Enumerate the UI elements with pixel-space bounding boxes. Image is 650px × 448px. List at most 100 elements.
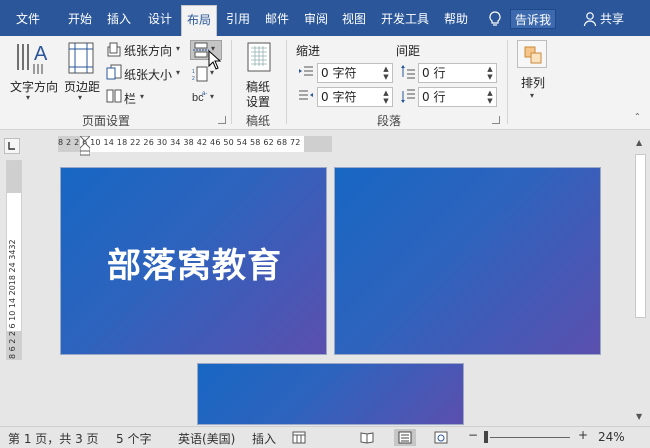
document-page-1[interactable]: 部落窝教育 bbox=[60, 167, 327, 355]
spacing-before-field[interactable]: 0 行 ▲ ▼ bbox=[418, 63, 497, 83]
columns-button[interactable]: 栏 bbox=[124, 90, 136, 107]
read-mode-button[interactable] bbox=[356, 429, 378, 446]
svg-text:A: A bbox=[34, 43, 48, 65]
page-size-dropdown-icon[interactable]: ▾ bbox=[176, 68, 180, 77]
spacing-after-icon bbox=[401, 89, 415, 103]
indent-left-icon bbox=[299, 66, 313, 76]
group-separator bbox=[286, 40, 287, 124]
left-tab-stop-icon bbox=[8, 142, 15, 150]
ribbon-tab-bar: 文件 开始 插入 设计 布局 引用 邮件 审阅 视图 开发工具 帮助 告诉我 共… bbox=[0, 0, 650, 36]
tab-design[interactable]: 设计 bbox=[148, 8, 172, 30]
hyphenation-dropdown-icon[interactable]: ▾ bbox=[210, 92, 214, 101]
tab-home[interactable]: 开始 bbox=[68, 8, 92, 30]
page-size-button[interactable]: 纸张大小 bbox=[124, 66, 172, 83]
lightbulb-icon[interactable] bbox=[488, 11, 502, 27]
spacing-heading: 间距 bbox=[396, 44, 421, 58]
spacing-after-field[interactable]: 0 行 ▲ ▼ bbox=[418, 87, 497, 107]
tab-file[interactable]: 文件 bbox=[16, 8, 40, 30]
text-direction-button[interactable]: 文字方向 bbox=[10, 78, 58, 95]
share-person-icon[interactable] bbox=[583, 11, 597, 27]
ruler-area: 8 2 2 6 10 14 18 22 26 30 34 38 42 46 50… bbox=[0, 130, 650, 158]
orientation-button[interactable]: 纸张方向 bbox=[124, 42, 172, 59]
horizontal-ruler[interactable]: 8 2 2 6 10 14 18 22 26 30 34 38 42 46 50… bbox=[58, 136, 332, 156]
tell-me-search[interactable]: 告诉我 bbox=[510, 9, 557, 29]
share-button[interactable]: 共享 bbox=[600, 8, 624, 30]
language-status[interactable]: 英语(美国) bbox=[178, 430, 235, 447]
svg-text:2: 2 bbox=[192, 76, 195, 82]
indent-left-value: 0 字符 bbox=[321, 66, 357, 80]
tab-help[interactable]: 帮助 bbox=[444, 8, 468, 30]
macro-record-icon[interactable] bbox=[292, 431, 306, 444]
scroll-up-icon[interactable]: ▲ bbox=[636, 138, 642, 147]
web-layout-button[interactable] bbox=[430, 429, 452, 446]
indent-left-field[interactable]: 0 字符 ▲ ▼ bbox=[317, 63, 393, 83]
vertical-ruler[interactable]: 8 6 2 2 6 10 14 2018 24 3432 bbox=[6, 160, 22, 360]
orientation-dropdown-icon[interactable]: ▾ bbox=[176, 44, 180, 53]
indent-heading: 缩进 bbox=[296, 44, 321, 58]
group-separator bbox=[231, 40, 232, 124]
read-mode-icon bbox=[360, 432, 374, 444]
arrange-dropdown-icon[interactable]: ▾ bbox=[530, 91, 534, 100]
line-numbers-icon[interactable]: 1 2 bbox=[192, 66, 208, 82]
spacing-after-spinner-icon[interactable]: ▲ ▼ bbox=[486, 89, 494, 105]
arrange-icon-frame[interactable] bbox=[517, 40, 547, 68]
page-title: 部落窝教育 bbox=[107, 246, 282, 286]
spacing-before-value: 0 行 bbox=[422, 66, 446, 80]
hyphenation-icon[interactable]: bc a- bbox=[192, 88, 208, 104]
scrollbar-thumb[interactable] bbox=[635, 154, 646, 318]
tab-selector[interactable] bbox=[4, 138, 20, 154]
document-page-2[interactable] bbox=[334, 167, 601, 355]
tab-view[interactable]: 视图 bbox=[342, 8, 366, 30]
text-direction-dropdown-icon[interactable]: ▾ bbox=[26, 93, 30, 102]
paragraph-dialog-launcher[interactable] bbox=[492, 116, 500, 124]
columns-dropdown-icon[interactable]: ▾ bbox=[140, 92, 144, 101]
indent-right-field[interactable]: 0 字符 ▲ ▼ bbox=[317, 87, 393, 107]
columns-icon bbox=[106, 89, 122, 103]
page-size-icon bbox=[106, 64, 122, 80]
insert-mode-status[interactable]: 插入 bbox=[252, 430, 276, 447]
zoom-in-button[interactable]: + bbox=[578, 428, 588, 442]
word-count-status[interactable]: 5 个字 bbox=[116, 430, 151, 447]
arrange-icon bbox=[524, 46, 542, 64]
collapse-ribbon-icon[interactable]: ⌃ bbox=[634, 112, 641, 121]
zoom-slider-track[interactable] bbox=[490, 437, 570, 438]
status-bar: 第 1 页，共 3 页 5 个字 英语(美国) 插入 − + 24% bbox=[0, 426, 650, 448]
text-direction-icon[interactable]: A bbox=[10, 40, 50, 78]
page-setup-group-label: 页面设置 bbox=[82, 114, 131, 128]
tab-mailings[interactable]: 邮件 bbox=[265, 8, 289, 30]
indent-right-icon bbox=[299, 90, 313, 100]
zoom-out-button[interactable]: − bbox=[468, 428, 478, 442]
svg-text:a-: a- bbox=[202, 91, 207, 97]
tab-review[interactable]: 审阅 bbox=[304, 8, 328, 30]
draft-paper-button-line2[interactable]: 设置 bbox=[246, 93, 270, 110]
page-setup-dialog-launcher[interactable] bbox=[218, 116, 226, 124]
margins-dropdown-icon[interactable]: ▾ bbox=[78, 93, 82, 102]
print-layout-button[interactable] bbox=[394, 429, 416, 446]
tab-layout[interactable]: 布局 bbox=[181, 5, 218, 36]
indent-right-spinner-icon[interactable]: ▲ ▼ bbox=[382, 89, 390, 105]
zoom-level[interactable]: 24% bbox=[598, 430, 625, 444]
tab-developer[interactable]: 开发工具 bbox=[381, 8, 429, 30]
svg-text:1: 1 bbox=[192, 69, 195, 75]
zoom-slider-thumb[interactable] bbox=[484, 431, 488, 443]
tab-references[interactable]: 引用 bbox=[226, 8, 250, 30]
breaks-icon bbox=[193, 42, 209, 58]
margins-icon[interactable] bbox=[68, 42, 94, 74]
indent-left-spinner-icon[interactable]: ▲ ▼ bbox=[382, 65, 390, 81]
indent-marker-icon[interactable] bbox=[80, 136, 90, 156]
document-page-3[interactable] bbox=[197, 363, 464, 425]
print-layout-icon bbox=[398, 431, 412, 444]
indent-right-value: 0 字符 bbox=[321, 90, 357, 104]
draft-paper-icon[interactable] bbox=[247, 42, 271, 72]
vertical-scrollbar[interactable]: ▲ ▼ bbox=[632, 136, 650, 426]
ribbon-layout-panel: A 文字方向 ▾ 页边距 ▾ 纸张方向 ▾ 纸张大小 ▾ 栏 ▾ ▾ 1 2 ▾… bbox=[0, 36, 650, 130]
arrange-button[interactable]: 排列 bbox=[521, 74, 545, 91]
tab-insert[interactable]: 插入 bbox=[107, 8, 131, 30]
draft-group-label: 稿纸 bbox=[246, 114, 271, 128]
orientation-icon bbox=[107, 42, 121, 57]
spacing-before-icon bbox=[401, 65, 415, 79]
line-numbers-dropdown-icon[interactable]: ▾ bbox=[210, 68, 214, 77]
spacing-before-spinner-icon[interactable]: ▲ ▼ bbox=[486, 65, 494, 81]
scroll-down-icon[interactable]: ▼ bbox=[636, 412, 642, 421]
page-count-status[interactable]: 第 1 页，共 3 页 bbox=[8, 430, 99, 447]
